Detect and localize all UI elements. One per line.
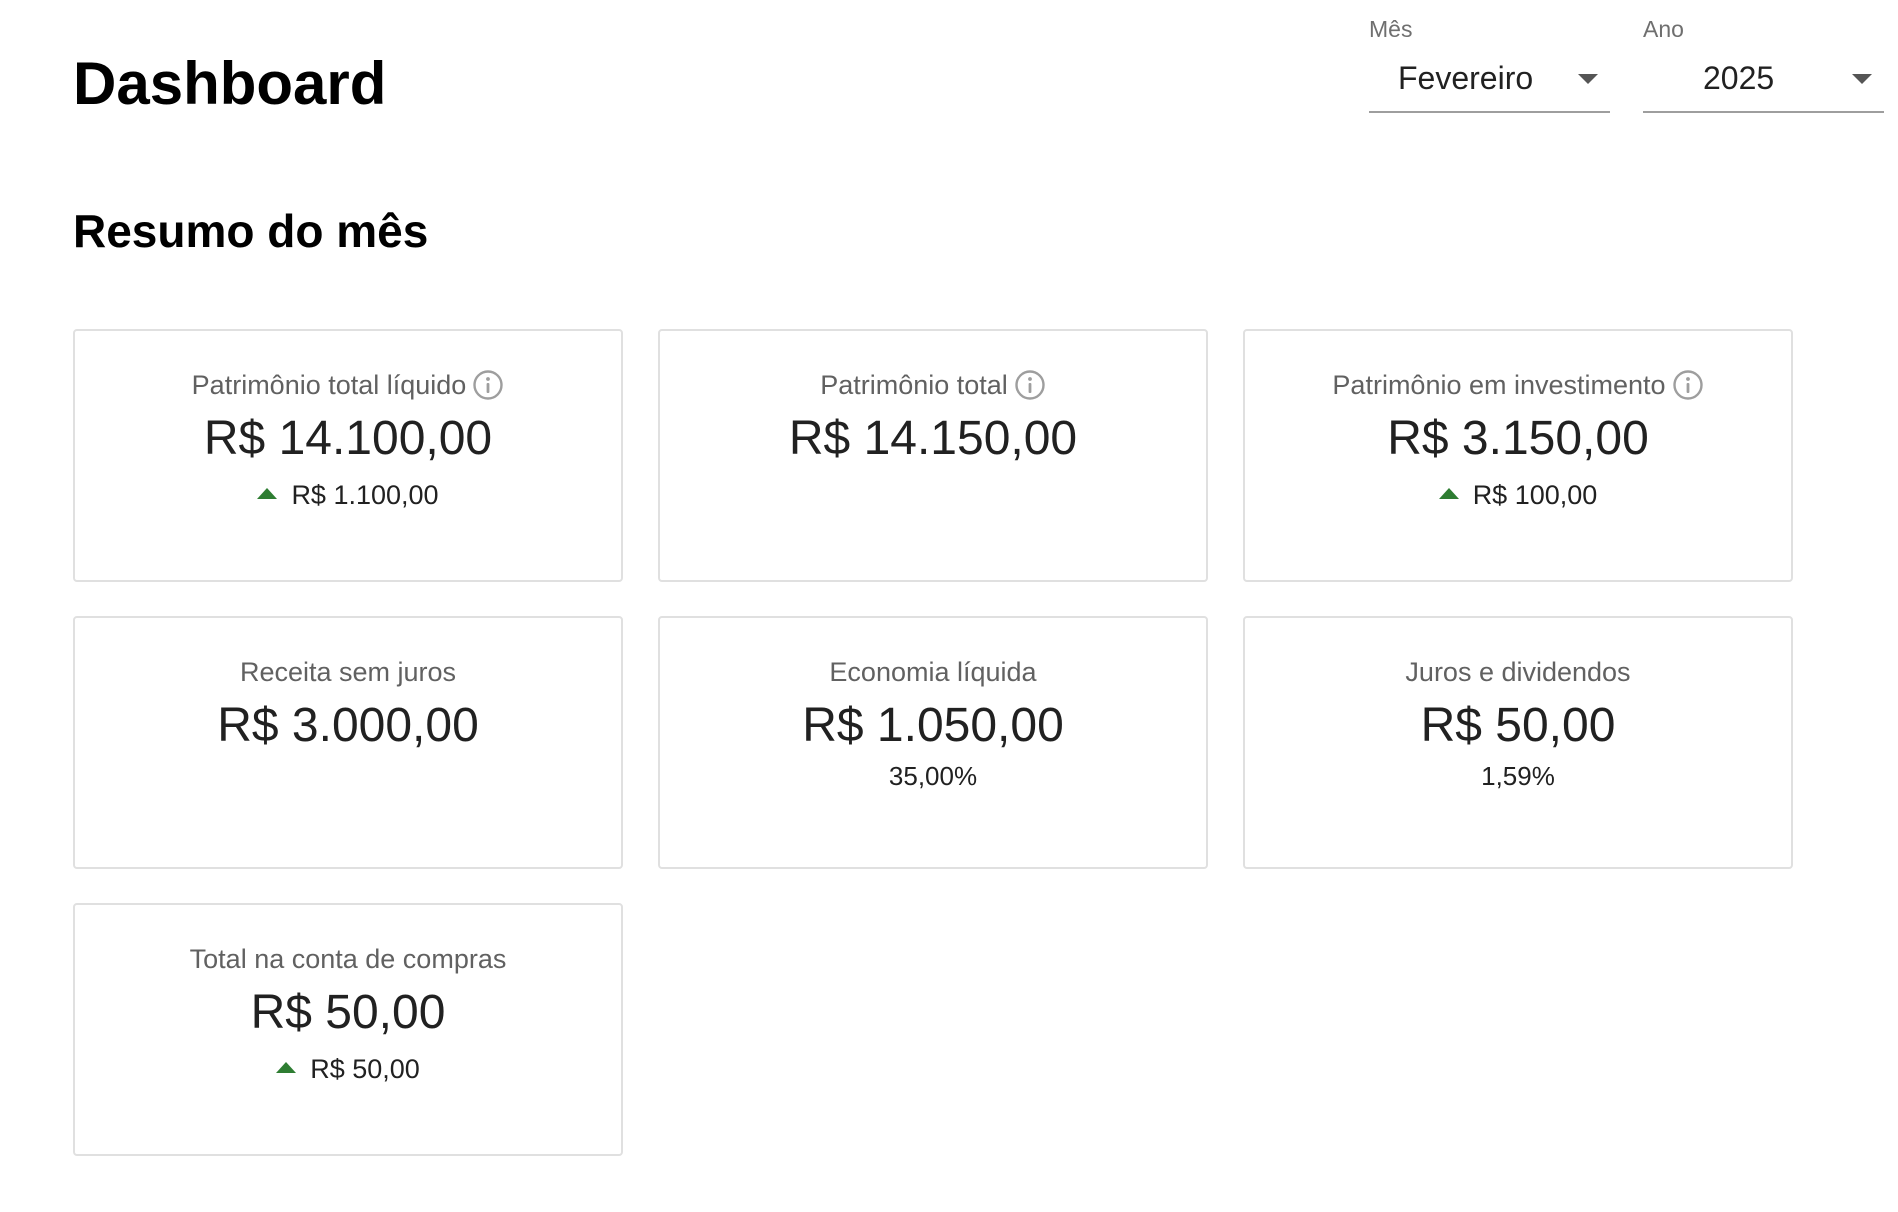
card-shopping-account-total: Total na conta de compras R$ 50,00 R$ 50… <box>73 903 623 1156</box>
card-label: Patrimônio em investimento <box>1332 370 1666 400</box>
info-circle-icon[interactable] <box>472 369 504 401</box>
year-select[interactable]: Ano 2025 <box>1643 10 1884 113</box>
card-label-row: Patrimônio total <box>660 367 1206 403</box>
card-label-row: Patrimônio total líquido <box>75 367 621 403</box>
card-label: Economia líquida <box>829 657 1037 687</box>
card-percentage: 35,00% <box>888 761 978 791</box>
caret-down-icon[interactable] <box>1852 74 1872 84</box>
card-percentage: 1,59% <box>1481 761 1555 791</box>
month-select-value[interactable]: Fevereiro <box>1398 58 1533 98</box>
month-select[interactable]: Mês Fevereiro <box>1369 10 1610 113</box>
card-label: Total na conta de compras <box>189 944 507 974</box>
card-income-without-interest: Receita sem juros R$ 3.000,00 <box>73 616 623 869</box>
card-delta-value: R$ 100,00 <box>1472 480 1598 510</box>
card-delta-value: R$ 1.100,00 <box>291 480 439 510</box>
card-value: R$ 1.050,00 <box>802 699 1064 752</box>
card-investment-assets: Patrimônio em investimento R$ 3.150,00 R… <box>1243 329 1793 582</box>
year-select-label: Ano <box>1643 16 1684 42</box>
card-delta-value: R$ 50,00 <box>310 1054 420 1084</box>
card-label: Patrimônio total líquido <box>191 370 467 400</box>
page-title: Dashboard <box>73 50 387 117</box>
card-value: R$ 50,00 <box>250 986 446 1039</box>
card-label: Patrimônio total <box>820 370 1008 400</box>
section-title-summary: Resumo do mês <box>73 205 429 257</box>
triangle-up-icon <box>257 488 278 499</box>
caret-down-icon[interactable] <box>1578 74 1598 84</box>
card-value: R$ 14.100,00 <box>203 412 493 465</box>
triangle-up-icon <box>276 1062 297 1073</box>
card-label-row: Patrimônio em investimento <box>1245 367 1791 403</box>
card-delta: R$ 50,00 <box>75 1051 621 1087</box>
card-delta: R$ 100,00 <box>1245 477 1791 513</box>
card-value: R$ 3.150,00 <box>1387 412 1649 465</box>
info-circle-icon[interactable] <box>1014 369 1046 401</box>
month-select-label: Mês <box>1369 16 1413 42</box>
card-delta: R$ 1.100,00 <box>75 477 621 513</box>
card-interest-dividends: Juros e dividendos R$ 50,00 1,59% <box>1243 616 1793 869</box>
card-label: Receita sem juros <box>239 657 457 687</box>
card-value: R$ 3.000,00 <box>217 699 479 752</box>
card-label: Juros e dividendos <box>1405 657 1631 687</box>
card-net-savings: Economia líquida R$ 1.050,00 35,00% <box>658 616 1208 869</box>
card-value: R$ 14.150,00 <box>788 412 1078 465</box>
year-select-value[interactable]: 2025 <box>1703 58 1774 98</box>
card-net-worth: Patrimônio total líquido R$ 14.100,00 R$… <box>73 329 623 582</box>
card-value: R$ 50,00 <box>1420 699 1616 752</box>
card-total-assets: Patrimônio total R$ 14.150,00 <box>658 329 1208 582</box>
triangle-up-icon <box>1438 488 1459 499</box>
dashboard-page: Dashboard Mês Fevereiro Ano 2025 Resumo … <box>0 0 1898 1212</box>
info-circle-icon[interactable] <box>1672 369 1704 401</box>
